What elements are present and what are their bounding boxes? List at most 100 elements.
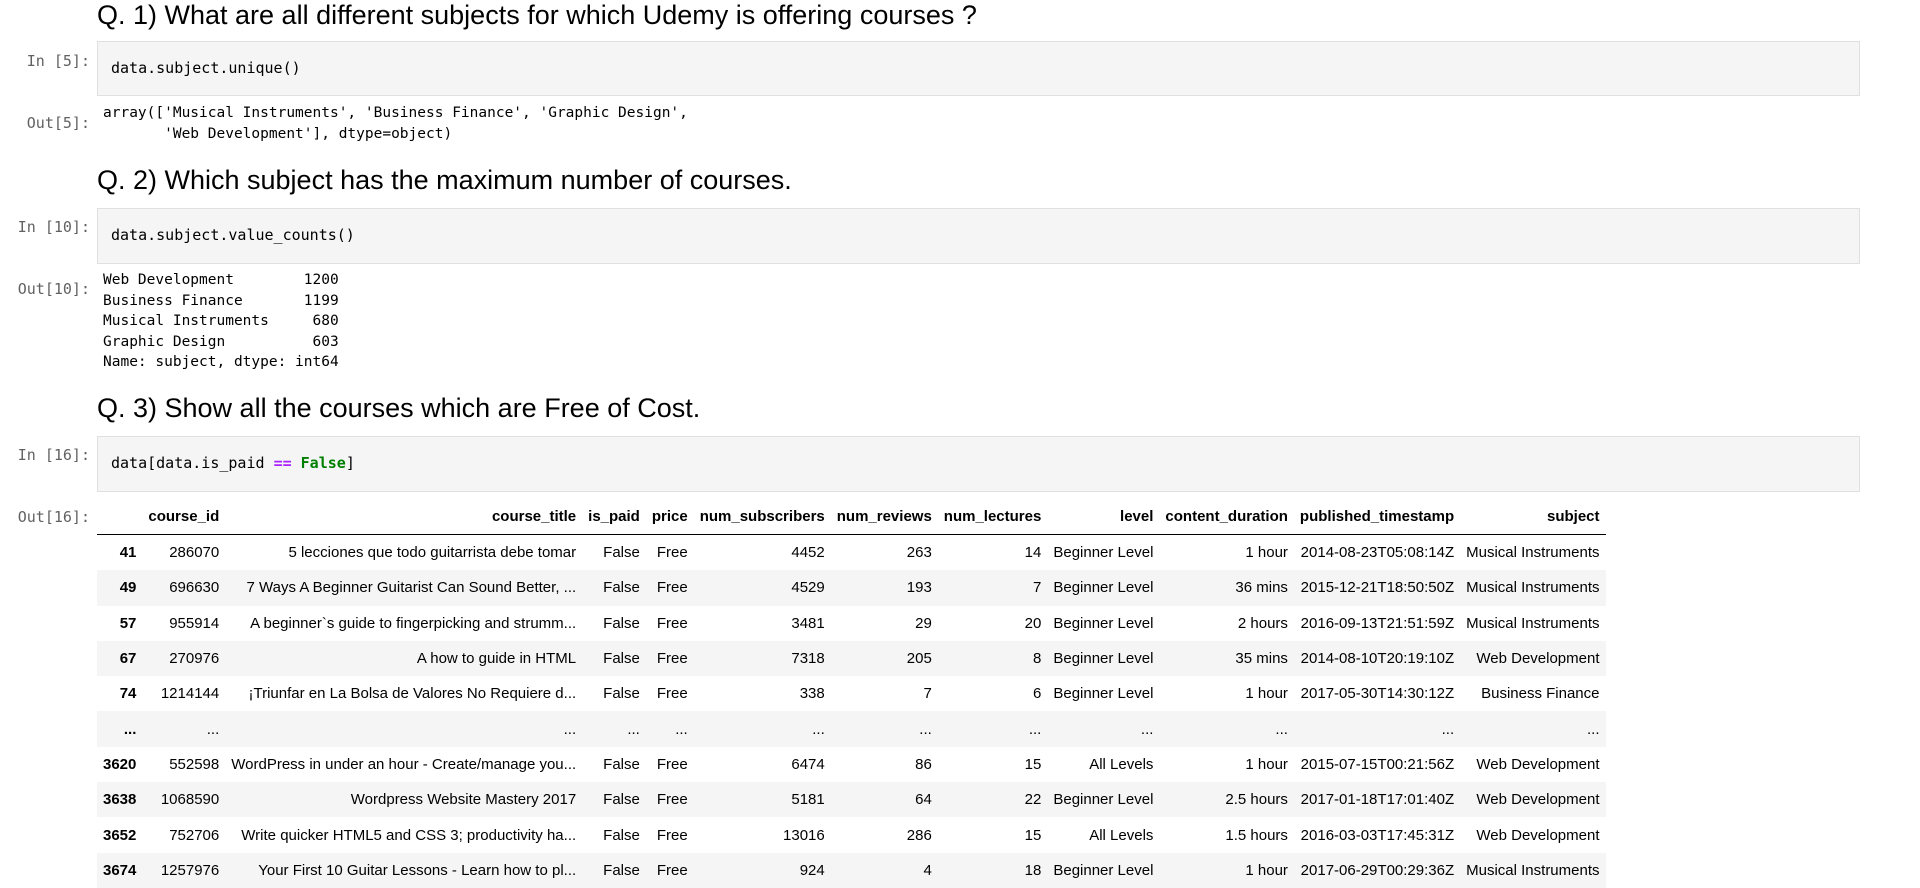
cell-num-subscribers: 5181 (791, 791, 825, 809)
cell-num-reviews: 286 (906, 826, 932, 844)
cell-is-paid: False (603, 614, 640, 632)
column-header-level: level (1047, 499, 1160, 535)
input-prompt-5: In [5]: (26, 52, 90, 70)
cell-subject: Musical Instruments (1466, 544, 1600, 562)
cell-num-reviews: 29 (915, 614, 932, 632)
cell-is-paid: False (603, 861, 640, 879)
cell-published-timestamp: 2017-06-29T00:29:36Z (1300, 861, 1455, 879)
output-prompt-5: Out[5]: (26, 114, 90, 132)
cell-is-paid: False (603, 685, 640, 703)
cell-is-paid: False (603, 755, 640, 773)
cell-num-subscribers: ... (812, 720, 825, 738)
column-header-index (97, 499, 143, 535)
cell-content-duration: 36 mins (1235, 579, 1288, 597)
cell-row-index: 41 (119, 544, 137, 562)
cell-level: Beginner Level (1053, 861, 1154, 879)
output-prompt-16: Out[16]: (17, 508, 90, 526)
column-header-price: price (645, 499, 694, 535)
cell-published-timestamp: 2014-08-23T05:08:14Z (1300, 544, 1455, 562)
code-cell-10[interactable]: data.subject.value_counts() (97, 208, 1860, 264)
column-header-is-paid: is_paid (582, 499, 646, 535)
cell-subject: Musical Instruments (1466, 579, 1600, 597)
cell-num-subscribers: 4529 (791, 579, 825, 597)
column-header-num-reviews: num_reviews (830, 499, 938, 535)
column-header-subject: subject (1460, 499, 1606, 535)
column-header-course-title: course_title (225, 499, 583, 535)
cell-subject: ... (1586, 720, 1600, 738)
cell-course-id: 1214144 (160, 685, 220, 703)
cell-subject: Web Development (1476, 650, 1600, 668)
cell-level: All Levels (1089, 826, 1154, 844)
cell-course-title: ... (563, 720, 577, 738)
code-text: data[data.is_paid == False] (111, 454, 355, 472)
cell-subject: Musical Instruments (1466, 861, 1600, 879)
cell-course-title: 5 lecciones que todo guitarrista debe to… (288, 544, 577, 562)
dataframe-table: course_id course_title is_paid price num… (97, 499, 1606, 888)
cell-level: Beginner Level (1053, 685, 1154, 703)
code-cell-16[interactable]: data[data.is_paid == False] (97, 436, 1860, 492)
cell-subject: Musical Instruments (1466, 614, 1600, 632)
table-row: 41 286070 5 lecciones que todo guitarrista… (97, 534, 1606, 571)
cell-course-id: 552598 (169, 755, 220, 773)
cell-num-lectures: 6 (1033, 685, 1042, 703)
cell-price: Free (656, 544, 688, 562)
cell-row-index: 3674 (103, 861, 137, 879)
cell-num-subscribers: 338 (799, 685, 825, 703)
cell-row-index: 3638 (103, 791, 137, 809)
cell-num-subscribers: 924 (799, 861, 825, 879)
column-header-course-id: course_id (142, 499, 226, 535)
cell-level: ... (1140, 720, 1154, 738)
cell-num-lectures: 8 (1033, 650, 1042, 668)
cell-row-index: 3620 (103, 755, 137, 773)
cell-published-timestamp: ... (1441, 720, 1455, 738)
cell-subject: Business Finance (1481, 685, 1600, 703)
cell-course-title: Write quicker HTML5 and CSS 3; productiv… (241, 826, 577, 844)
cell-level: Beginner Level (1053, 614, 1154, 632)
cell-course-title: A how to guide in HTML (416, 650, 577, 668)
heading-q3: Q. 3) Show all the courses which are Fre… (97, 393, 701, 423)
cell-is-paid: ... (627, 720, 640, 738)
cell-price: ... (675, 720, 688, 738)
cell-content-duration: 2 hours (1237, 614, 1288, 632)
code-segment-end: ] (345, 454, 355, 472)
cell-price: Free (656, 791, 688, 809)
cell-num-reviews: 205 (906, 650, 932, 668)
cell-course-title: 7 Ways A Beginner Guitarist Can Sound Be… (246, 579, 577, 597)
cell-published-timestamp: 2016-03-03T17:45:31Z (1300, 826, 1455, 844)
cell-course-title: Wordpress Website Mastery 2017 (350, 791, 577, 809)
cell-num-subscribers: 7318 (791, 650, 825, 668)
cell-content-duration: 1 hour (1245, 861, 1288, 879)
cell-num-subscribers: 6474 (791, 755, 825, 773)
cell-course-id: 955914 (169, 614, 220, 632)
cell-num-lectures: 15 (1024, 755, 1042, 773)
cell-num-lectures: ... (1028, 720, 1042, 738)
cell-is-paid: False (603, 791, 640, 809)
cell-course-id: 286070 (169, 544, 220, 562)
cell-num-lectures: 14 (1024, 544, 1042, 562)
code-cell-5[interactable]: data.subject.unique() (97, 41, 1860, 96)
table-row: 3638 1068590 Wordpress Website Mastery 201… (97, 782, 1606, 818)
input-prompt-10: In [10]: (17, 218, 90, 236)
output-prompt-10: Out[10]: (17, 280, 90, 298)
cell-num-subscribers: 13016 (783, 826, 825, 844)
cell-num-lectures: 7 (1033, 579, 1042, 597)
cell-num-lectures: 22 (1024, 791, 1042, 809)
cell-published-timestamp: 2014-08-10T20:19:10Z (1300, 650, 1455, 668)
cell-level: All Levels (1089, 755, 1154, 773)
cell-is-paid: False (603, 650, 640, 668)
cell-num-reviews: 263 (906, 544, 932, 562)
cell-course-title: WordPress in under an hour - Create/mana… (231, 755, 577, 773)
cell-content-duration: 1 hour (1245, 685, 1288, 703)
cell-price: Free (656, 614, 688, 632)
cell-course-title: A beginner`s guide to fingerpicking and … (250, 614, 577, 632)
cell-level: Beginner Level (1053, 650, 1154, 668)
cell-course-title: ¡Triunfar en La Bolsa de Valores No Requ… (248, 685, 577, 703)
cell-num-reviews: 64 (915, 791, 932, 809)
column-header-num-lectures: num_lectures (937, 499, 1048, 535)
cell-row-index: 74 (119, 685, 137, 703)
cell-content-duration: 35 mins (1235, 650, 1288, 668)
cell-level: Beginner Level (1053, 791, 1154, 809)
cell-course-id: 1068590 (160, 791, 220, 809)
cell-course-title: Your First 10 Guitar Lessons - Learn how… (258, 861, 577, 879)
